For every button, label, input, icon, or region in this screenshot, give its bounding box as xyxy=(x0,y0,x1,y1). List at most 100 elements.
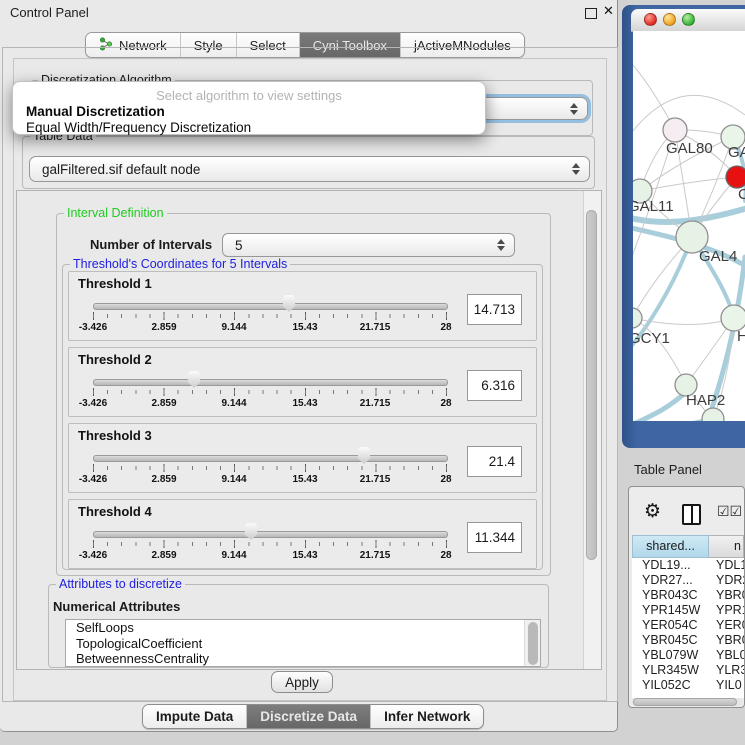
threshold-1-value-field[interactable]: 14.713 xyxy=(467,294,522,325)
slider-ticks xyxy=(93,390,447,394)
tick-label: 9.144 xyxy=(221,322,246,333)
node-bottom[interactable] xyxy=(702,408,724,421)
tab-infer-network[interactable]: Infer Network xyxy=(371,705,483,728)
attributes-group: Attributes to discretize Numerical Attri… xyxy=(48,584,549,668)
zoom-traffic-light-icon[interactable] xyxy=(682,13,695,26)
dropdown-hint-option[interactable]: Select algorithm to view settings xyxy=(13,88,485,103)
cell-name: YBR0 xyxy=(716,588,744,603)
tick-label: -3.426 xyxy=(79,550,107,561)
threshold-3-value-field[interactable]: 21.4 xyxy=(467,446,522,477)
cell-shared: YIL052C xyxy=(642,678,691,693)
edge xyxy=(633,318,686,385)
table-data-combobox[interactable]: galFiltered.sif default node xyxy=(29,156,590,182)
table-row[interactable]: YDR27...YDR2 xyxy=(632,573,744,588)
list-item[interactable]: SelfLoops xyxy=(66,620,540,636)
node-gal80[interactable] xyxy=(663,118,687,142)
tick-label: 21.715 xyxy=(360,550,391,561)
dropdown-option-manual-discretization[interactable]: Manual Discretization xyxy=(26,104,165,119)
table-row[interactable]: YBL079WYBL0 xyxy=(632,648,744,663)
column-header-name[interactable]: n xyxy=(709,535,744,558)
tick-label: 2.859 xyxy=(151,550,176,561)
threshold-3-panel: Threshold 3 -3.426 2.859 9.144 15.43 21.… xyxy=(68,423,537,493)
combo-arrows-icon xyxy=(570,103,578,115)
node-label: GAL80 xyxy=(666,140,713,157)
column-layout-icon[interactable] xyxy=(682,504,701,525)
table-row[interactable]: YDL19...YDL1 xyxy=(632,558,744,573)
threshold-2-slider-track[interactable] xyxy=(93,379,448,386)
horizontal-scrollbar[interactable] xyxy=(631,698,743,706)
list-scrollbar-thumb[interactable] xyxy=(528,622,538,665)
cell-shared: YLR345W xyxy=(642,663,699,678)
threshold-3-label: Threshold 3 xyxy=(78,428,152,443)
table-row[interactable]: YBR043CYBR0 xyxy=(632,588,744,603)
table-row[interactable]: YIL052CYIL0 xyxy=(632,678,744,693)
table-row[interactable]: YLR345W YLR3 xyxy=(632,663,744,678)
vertical-scrollbar[interactable] xyxy=(583,191,601,669)
node-label: GA xyxy=(728,144,745,161)
close-icon[interactable]: ✕ xyxy=(603,3,614,19)
tick-label: 28 xyxy=(440,398,451,409)
numerical-attributes-label: Numerical Attributes xyxy=(53,599,180,614)
network-view-window[interactable]: GAL80 GA C GAL11 GAL4 GCY1 H HAP2 xyxy=(622,5,745,448)
window-title: Control Panel xyxy=(10,5,89,20)
network-graph: GAL80 GA C GAL11 GAL4 GCY1 H HAP2 xyxy=(633,31,745,421)
close-traffic-light-icon[interactable] xyxy=(644,13,657,26)
threshold-2-value-field[interactable]: 6.316 xyxy=(467,370,522,401)
number-of-intervals-spinner[interactable]: 5 xyxy=(222,233,515,257)
threshold-1-slider-track[interactable] xyxy=(93,303,448,310)
gear-icon[interactable]: ⚙ xyxy=(644,502,661,521)
thresholds-group-title: Threshold's Coordinates for 5 Intervals xyxy=(70,257,290,271)
tick-label: 9.144 xyxy=(221,474,246,485)
list-item[interactable]: TopologicalCoefficient xyxy=(66,636,540,652)
tick-label: 21.715 xyxy=(360,474,391,485)
table-row[interactable]: YPR145WYPR1 xyxy=(632,603,744,618)
table-body: YDL19...YDL1 YDR27...YDR2 YBR043CYBR0 YP… xyxy=(632,558,744,698)
cell-shared: YDR27... xyxy=(642,573,693,588)
tick-label: 9.144 xyxy=(221,398,246,409)
tab-impute-data[interactable]: Impute Data xyxy=(143,705,247,728)
column-header-shared[interactable]: shared... xyxy=(632,535,709,558)
network-canvas[interactable]: GAL80 GA C GAL11 GAL4 GCY1 H HAP2 xyxy=(633,31,745,421)
tick-label: 2.859 xyxy=(151,322,176,333)
cell-shared: YBR045C xyxy=(642,633,698,648)
threshold-3-slider-track[interactable] xyxy=(93,455,448,462)
network-window-titlebar[interactable] xyxy=(631,9,745,32)
list-item[interactable]: BetweennessCentrality xyxy=(66,651,540,667)
vertical-scrollbar-thumb[interactable] xyxy=(586,210,597,560)
node-red-selected[interactable] xyxy=(726,166,745,188)
combo-arrows-icon xyxy=(572,163,580,175)
threshold-4-label: Threshold 4 xyxy=(78,504,152,519)
interval-definition-group-title: Interval Definition xyxy=(64,206,167,220)
table-header-row: shared... n xyxy=(632,535,744,558)
node-label: HAP2 xyxy=(686,392,725,409)
table-data-group: Table Data galFiltered.sif default node xyxy=(22,136,595,189)
tick-label: 21.715 xyxy=(360,398,391,409)
dropdown-option-equal-width-frequency[interactable]: Equal Width/Frequency Discretization xyxy=(26,120,251,135)
threshold-4-value-field[interactable]: 11.344 xyxy=(467,522,522,553)
attributes-group-title: Attributes to discretize xyxy=(56,577,185,591)
window-float-icon[interactable] xyxy=(585,8,597,19)
tick-label: -3.426 xyxy=(79,474,107,485)
threshold-4-slider-track[interactable] xyxy=(93,531,448,538)
tab-label: Discretize Data xyxy=(260,709,357,724)
tab-discretize-data[interactable]: Discretize Data xyxy=(247,705,371,728)
list-scrollbar[interactable] xyxy=(524,620,540,666)
cell-shared: YPR145W xyxy=(642,603,700,618)
number-of-intervals-label: Number of Intervals xyxy=(90,237,212,252)
apply-button[interactable]: Apply xyxy=(271,671,333,693)
table-row[interactable]: YBR045CYBR0 xyxy=(632,633,744,648)
threshold-1-label: Threshold 1 xyxy=(78,276,152,291)
cell-name: YER0 xyxy=(716,618,744,633)
tick-label: -3.426 xyxy=(79,398,107,409)
minimize-traffic-light-icon[interactable] xyxy=(663,13,676,26)
cell-name: YLR3 xyxy=(716,663,744,678)
tick-label: 9.144 xyxy=(221,550,246,561)
horizontal-scrollbar-thumb[interactable] xyxy=(633,698,737,706)
cell-shared: YER054C xyxy=(642,618,698,633)
checkbox-columns-icon[interactable]: ☑☑ xyxy=(717,504,742,518)
number-of-intervals-value: 5 xyxy=(235,238,243,253)
numerical-attributes-list: SelfLoops TopologicalCoefficient Between… xyxy=(65,619,541,667)
node-gcy1[interactable] xyxy=(633,308,642,328)
table-row[interactable]: YER054C YER0 xyxy=(632,618,744,633)
algorithm-dropdown-popup: Select algorithm to view settings Manual… xyxy=(12,81,486,135)
